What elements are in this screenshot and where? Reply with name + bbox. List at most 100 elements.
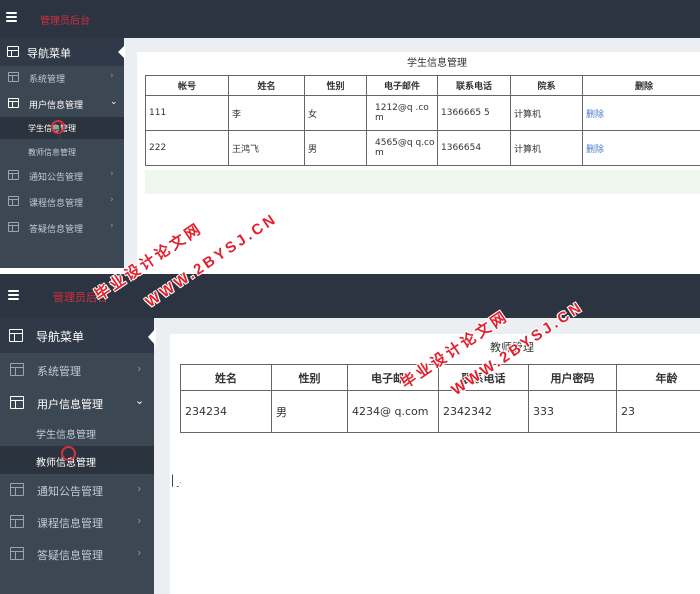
sidebar-subitem-label: 学生信息管理 bbox=[36, 430, 96, 441]
sidebar-item-label: 通知公告管理 bbox=[29, 173, 84, 183]
sidebar-subitem-teacher[interactable]: 教师信息管理 bbox=[0, 446, 154, 474]
chevron-right-icon: › bbox=[137, 482, 142, 495]
sidebar-item-label: 系统管理 bbox=[29, 75, 66, 85]
nav-menu-title: 导航菜单 bbox=[36, 330, 85, 344]
window-icon bbox=[10, 396, 24, 409]
cell-gender: 男 bbox=[304, 130, 367, 166]
sidebar-item-label: 答疑信息管理 bbox=[37, 549, 103, 562]
sidebar-subitem-label: 教师信息管理 bbox=[28, 148, 76, 157]
sidebar-item-course[interactable]: 课程信息管理 › bbox=[0, 190, 124, 214]
column-header: 电子邮件 bbox=[366, 75, 438, 96]
click-indicator bbox=[61, 446, 76, 461]
column-header: 院系 bbox=[510, 75, 583, 96]
window-icon bbox=[10, 483, 24, 496]
content-panel: 教师管理 姓名 性别 电子邮件 联系电话 用户密码 年龄 234234 男 42… bbox=[170, 334, 700, 594]
cell-name: 234234 bbox=[180, 390, 272, 433]
cell-department: 计算机 bbox=[510, 130, 583, 166]
sidebar-subitem-teacher[interactable]: 教师信息管理 bbox=[0, 141, 124, 163]
column-header: 帐号 bbox=[145, 75, 229, 96]
top-bar: 管理员后台 bbox=[0, 0, 700, 38]
content-panel: 学生信息管理 帐号 姓名 性别 电子邮件 联系电话 院系 删除 111 李 女 … bbox=[137, 52, 700, 268]
table-row: 111 李 女 1212@q .com 1366665 5 计算机 删除 bbox=[145, 95, 700, 131]
window-icon bbox=[8, 72, 19, 82]
window-icon bbox=[8, 98, 19, 108]
sidebar-item-label: 系统管理 bbox=[37, 365, 81, 378]
sidebar-item-label: 课程信息管理 bbox=[29, 199, 84, 209]
cell-gender: 男 bbox=[271, 390, 348, 433]
table-header-row: 帐号 姓名 性别 电子邮件 联系电话 院系 删除 bbox=[145, 75, 700, 96]
cell-phone: 1366665 5 bbox=[437, 95, 511, 131]
cell-phone-text: 1366665 5 bbox=[441, 108, 490, 118]
sidebar: 导航菜单 系统管理 › 用户信息管理 ⌄ 学生信息管理 教师信息管理 通知公告管… bbox=[0, 318, 154, 594]
column-header: 性别 bbox=[271, 364, 348, 391]
sidebar-item-notice[interactable]: 通知公告管理 › bbox=[0, 474, 154, 506]
chevron-down-icon: ⌄ bbox=[110, 97, 118, 107]
chevron-right-icon: › bbox=[110, 169, 114, 179]
cell-email-text: 4234@ q.com bbox=[352, 405, 429, 418]
sidebar-item-course[interactable]: 课程信息管理 › bbox=[0, 506, 154, 538]
cell-email: 4565@q q.com bbox=[366, 130, 438, 166]
sidebar-item-label: 课程信息管理 bbox=[37, 517, 103, 530]
window-icon bbox=[8, 170, 19, 180]
nav-menu-header: 导航菜单 bbox=[0, 318, 154, 353]
student-table: 帐号 姓名 性别 电子邮件 联系电话 院系 删除 111 李 女 1212@q … bbox=[145, 75, 700, 166]
window-icon bbox=[8, 196, 19, 206]
page-title: 教师管理 bbox=[490, 341, 534, 354]
column-header: 姓名 bbox=[228, 75, 305, 96]
hamburger-icon[interactable] bbox=[8, 290, 19, 300]
sidebar: 导航菜单 系统管理 › 用户信息管理 ⌄ 学生信息管理 教师信息管理 通知公告管… bbox=[0, 38, 124, 268]
cell-delete: 删除 bbox=[582, 130, 700, 166]
cell-name: 李 bbox=[228, 95, 305, 131]
chevron-right-icon: › bbox=[110, 221, 114, 231]
chevron-down-icon: ⌄ bbox=[135, 394, 145, 407]
nav-menu-title: 导航菜单 bbox=[27, 47, 71, 60]
delete-link[interactable]: 删除 bbox=[586, 110, 604, 120]
nav-notch bbox=[118, 45, 125, 59]
window-icon bbox=[9, 329, 23, 342]
column-header: 姓名 bbox=[180, 364, 272, 391]
cell-delete: 删除 bbox=[582, 95, 700, 131]
table-header-row: 姓名 性别 电子邮件 联系电话 用户密码 年龄 bbox=[180, 364, 700, 391]
sidebar-item-users[interactable]: 用户信息管理 ⌄ bbox=[0, 387, 154, 419]
chevron-right-icon: › bbox=[110, 195, 114, 205]
window-icon bbox=[10, 515, 24, 528]
page-title: 学生信息管理 bbox=[407, 58, 467, 69]
cell-gender: 女 bbox=[304, 95, 367, 131]
column-header: 电子邮件 bbox=[347, 364, 439, 391]
table-row: 234234 男 4234@ q.com 2342342 333 23 bbox=[180, 390, 700, 433]
sidebar-item-qa[interactable]: 答疑信息管理 › bbox=[0, 216, 124, 240]
cell-email: 1212@q .com bbox=[366, 95, 438, 131]
sidebar-item-system[interactable]: 系统管理 › bbox=[0, 66, 124, 90]
delete-link[interactable]: 删除 bbox=[586, 145, 604, 155]
chevron-right-icon: › bbox=[137, 514, 142, 527]
cell-phone: 1366654 bbox=[437, 130, 511, 166]
cell-account: 222 bbox=[145, 130, 229, 166]
brand-title: 管理员后台 bbox=[53, 291, 108, 304]
chevron-right-icon: › bbox=[110, 71, 114, 81]
sidebar-item-label: 通知公告管理 bbox=[37, 485, 103, 498]
nav-notch bbox=[148, 328, 156, 346]
sidebar-item-notice[interactable]: 通知公告管理 › bbox=[0, 164, 124, 188]
sidebar-item-label: 用户信息管理 bbox=[37, 398, 103, 411]
sidebar-item-system[interactable]: 系统管理 › bbox=[0, 354, 154, 386]
window-icon bbox=[10, 547, 24, 560]
sidebar-subitem-student[interactable]: 学生信息管理 bbox=[0, 419, 154, 446]
nav-menu-header: 导航菜单 bbox=[0, 38, 124, 66]
column-header: 用户密码 bbox=[528, 364, 617, 391]
sidebar-item-qa[interactable]: 答疑信息管理 › bbox=[0, 538, 154, 570]
sidebar-item-users[interactable]: 用户信息管理 ⌄ bbox=[0, 92, 124, 116]
column-header: 年龄 bbox=[616, 364, 700, 391]
column-header: 联系电话 bbox=[437, 75, 511, 96]
cell-name: 王鸿飞 bbox=[228, 130, 305, 166]
cell-account: 111 bbox=[145, 95, 229, 131]
window-icon bbox=[10, 363, 24, 376]
brand-title: 管理员后台 bbox=[40, 16, 90, 27]
hamburger-icon[interactable] bbox=[6, 12, 17, 22]
column-header: 删除 bbox=[582, 75, 700, 96]
table-footer-band bbox=[145, 170, 700, 194]
cell-age: 23 bbox=[616, 390, 700, 433]
column-header: 联系电话 bbox=[438, 364, 529, 391]
top-bar: 管理员后台 bbox=[0, 274, 700, 318]
cell-email-text: 4565@q q.com bbox=[375, 138, 435, 158]
stage: 管理员后台 导航菜单 系统管理 › 用户信息管理 ⌄ 学生信息管理 教师信息管理 bbox=[0, 0, 700, 594]
